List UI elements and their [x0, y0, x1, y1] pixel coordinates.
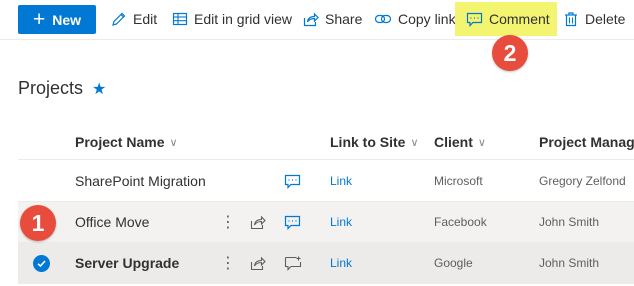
- column-header-project-manager-label: Project Manage: [539, 134, 634, 150]
- link-to-site[interactable]: Link: [330, 243, 352, 283]
- table-row[interactable]: SharePoint Migration Link Microsoft Greg…: [18, 161, 634, 202]
- column-header-client-label: Client: [434, 134, 473, 150]
- chevron-down-icon: ∨: [410, 136, 419, 149]
- header-divider: [18, 159, 634, 160]
- column-header-project-name-label: Project Name: [75, 134, 165, 150]
- link-to-site[interactable]: Link: [330, 202, 352, 242]
- checkmark-icon: [33, 254, 50, 272]
- project-manager-cell: John Smith: [539, 256, 600, 270]
- grid-icon: [172, 12, 188, 26]
- project-name-cell: Office Move: [75, 214, 150, 230]
- share-button[interactable]: Share: [303, 0, 362, 38]
- page-title-text: Projects: [18, 78, 84, 98]
- new-button-label: New: [52, 11, 82, 28]
- column-header-project-manager[interactable]: Project Manage: [539, 125, 634, 159]
- project-name-cell: Server Upgrade: [75, 255, 180, 271]
- chevron-down-icon: ∨: [169, 136, 178, 149]
- chevron-down-icon: ∨: [477, 136, 486, 149]
- add-comment-icon[interactable]: [284, 243, 302, 283]
- trash-icon: [565, 12, 577, 27]
- column-header-client[interactable]: Client ∨: [434, 125, 486, 159]
- star-icon[interactable]: ★: [92, 79, 106, 99]
- step-1-badge: 1: [20, 205, 56, 241]
- comment-icon[interactable]: [284, 161, 301, 201]
- share-icon: [303, 12, 319, 27]
- more-actions-icon[interactable]: ⋮: [220, 202, 236, 242]
- comment-button[interactable]: Comment: [466, 0, 550, 38]
- delete-button[interactable]: Delete: [563, 0, 625, 38]
- link-to-site[interactable]: Link: [330, 161, 352, 201]
- list-view: + New Edit Edit in grid view Share Copy …: [0, 0, 634, 286]
- new-button[interactable]: + New: [18, 5, 96, 34]
- copy-link-label: Copy link: [398, 11, 456, 27]
- project-manager-cell: Gregory Zelfond: [539, 174, 626, 188]
- column-header-project-name[interactable]: Project Name ∨: [75, 125, 178, 159]
- comment-icon: [466, 12, 483, 27]
- pencil-icon: [112, 12, 126, 26]
- edit-button[interactable]: Edit: [111, 0, 157, 38]
- share-icon[interactable]: [250, 243, 266, 283]
- edit-label: Edit: [133, 11, 158, 27]
- project-manager-cell: John Smith: [539, 215, 600, 229]
- edit-in-grid-view-button[interactable]: Edit in grid view: [172, 0, 292, 38]
- delete-label: Delete: [585, 11, 626, 27]
- share-label: Share: [325, 11, 363, 27]
- project-name-cell: SharePoint Migration: [75, 173, 206, 189]
- comment-icon[interactable]: [284, 202, 301, 242]
- table-row-selected[interactable]: Server Upgrade ⋮ Link Google John Smith: [18, 243, 634, 284]
- column-header-link-to-site-label: Link to Site: [330, 134, 406, 150]
- edit-in-grid-view-label: Edit in grid view: [194, 11, 293, 27]
- client-cell: Microsoft: [434, 174, 483, 188]
- table-row[interactable]: Office Move ⋮ Link Facebook John Smith: [18, 202, 634, 243]
- step-2-badge: 2: [492, 35, 528, 71]
- client-cell: Google: [434, 256, 473, 270]
- column-header-link-to-site[interactable]: Link to Site ∨: [330, 125, 419, 159]
- page-title: Projects ★: [18, 78, 106, 99]
- row-checkbox[interactable]: [33, 243, 50, 283]
- command-bar: + New Edit Edit in grid view Share Copy …: [0, 0, 634, 40]
- more-actions-icon[interactable]: ⋮: [220, 243, 236, 283]
- client-cell: Facebook: [434, 215, 487, 229]
- plus-icon: +: [32, 8, 46, 31]
- comment-label: Comment: [489, 11, 550, 27]
- copy-link-button[interactable]: Copy link: [374, 0, 456, 38]
- link-icon: [374, 14, 392, 24]
- share-icon[interactable]: [250, 202, 266, 242]
